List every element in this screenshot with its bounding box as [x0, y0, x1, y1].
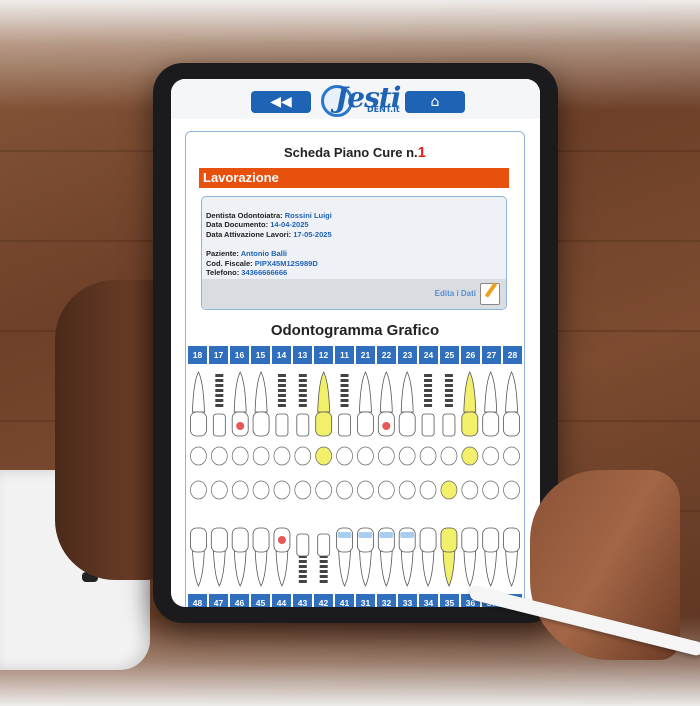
tablet-screen: ◀◀ Jesti DENT.it ⌂ Scheda Piano Cure n.1…	[171, 79, 540, 607]
tooth-shape-48[interactable]	[190, 480, 207, 587]
phone-value: 34366666666	[241, 268, 288, 278]
lower-tooth-32[interactable]: 32	[377, 594, 396, 607]
home-icon: ⌂	[430, 94, 440, 110]
tooth-shape-35[interactable]	[440, 480, 458, 587]
edit-document-icon[interactable]	[480, 283, 500, 305]
upper-tooth-22[interactable]: 22	[377, 346, 396, 364]
tooth-shape-33[interactable]	[398, 480, 416, 587]
upper-tooth-24[interactable]: 24	[419, 346, 438, 364]
fiscal-code-label: Cod. Fiscale:	[206, 258, 253, 268]
patient-info-box: Dentista Odontoiatra: Rossini Luigi Data…	[201, 196, 507, 310]
upper-tooth-21[interactable]: 21	[356, 346, 375, 364]
tooth-shape-18[interactable]	[190, 371, 207, 466]
tooth-shape-32[interactable]	[377, 480, 395, 587]
upper-tooth-28[interactable]: 28	[503, 346, 522, 364]
upper-tooth-25[interactable]: 25	[440, 346, 459, 364]
dentist-value: Rossini Luigi	[284, 211, 332, 220]
dentist-label: Dentista Odontoiatra:	[206, 211, 283, 220]
page-title: Scheda Piano Cure n.1	[186, 144, 524, 161]
upper-tooth-13[interactable]: 13	[293, 346, 312, 364]
tablet-device: ◀◀ Jesti DENT.it ⌂ Scheda Piano Cure n.1…	[153, 63, 558, 623]
patient-label: Paziente:	[206, 249, 239, 259]
tooth-shape-46[interactable]	[231, 480, 249, 587]
patient-value: Antonio Balli	[240, 249, 287, 259]
tooth-shape-47[interactable]	[210, 480, 228, 587]
tooth-shape-34[interactable]	[419, 480, 437, 587]
lower-tooth-42[interactable]: 42	[314, 594, 333, 607]
upper-tooth-numbers: 18 17 16 15 14 13 12 11 21 22 23 24 25 26 27 28	[188, 346, 522, 364]
upper-tooth-16[interactable]: 16	[230, 346, 249, 364]
lower-tooth-48[interactable]: 48	[188, 594, 207, 607]
lower-tooth-47[interactable]: 47	[209, 594, 228, 607]
info-lines: Dentista Odontoiatra: Rossini Luigi Data…	[206, 211, 332, 277]
doc-date-label: Data Documento:	[206, 220, 269, 230]
upper-tooth-18[interactable]: 18	[188, 346, 207, 364]
upper-tooth-11[interactable]: 11	[335, 346, 354, 364]
fiscal-code-value: PIPX45M12S989D	[254, 258, 318, 268]
lower-tooth-35[interactable]: 35	[440, 594, 459, 607]
tooth-shape-27[interactable]	[482, 371, 500, 466]
back-button[interactable]: ◀◀	[251, 91, 311, 113]
phone-label: Telefono:	[206, 268, 240, 278]
tooth-shape-43[interactable]	[294, 480, 312, 583]
tooth-shape-12[interactable]	[315, 371, 333, 466]
tooth-shape-23[interactable]	[398, 371, 416, 466]
doc-date-value: 14-04-2025	[270, 220, 309, 230]
section-header-lavorazione: Lavorazione	[199, 168, 509, 188]
tooth-shape-45[interactable]	[252, 480, 270, 587]
upper-tooth-27[interactable]: 27	[482, 346, 501, 364]
tooth-shape-26[interactable]	[461, 371, 479, 466]
tooth-shape-21[interactable]	[357, 371, 374, 466]
upper-tooth-12[interactable]: 12	[314, 346, 333, 364]
tooth-shape-44[interactable]	[273, 480, 291, 587]
lower-tooth-43[interactable]: 43	[293, 594, 312, 607]
tooth-shape-17[interactable]	[210, 374, 228, 466]
tooth-shape-16[interactable]	[231, 371, 249, 466]
tooth-shape-22[interactable]	[377, 371, 395, 466]
activation-date-value: 17-05-2025	[293, 229, 332, 239]
app-logo[interactable]: Jesti DENT.it	[321, 81, 403, 117]
home-button[interactable]: ⌂	[405, 91, 465, 113]
edit-data-link[interactable]: Edita i Dati	[435, 289, 476, 298]
upper-tooth-14[interactable]: 14	[272, 346, 291, 364]
logo-subtext: DENT.it	[367, 105, 400, 114]
tooth-shape-37[interactable]	[482, 480, 500, 587]
upper-arch-diagram	[188, 368, 522, 472]
lower-tooth-45[interactable]: 45	[251, 594, 270, 607]
tooth-shape-25[interactable]	[440, 374, 458, 466]
lower-arch-diagram	[188, 478, 522, 590]
upper-tooth-17[interactable]: 17	[209, 346, 228, 364]
title-prefix: Scheda Piano Cure n.	[284, 145, 418, 160]
double-chevron-left-icon: ◀◀	[270, 94, 292, 110]
lower-arch-svg	[190, 480, 520, 587]
lower-tooth-44[interactable]: 44	[272, 594, 291, 607]
tooth-shape-38[interactable]	[503, 480, 520, 587]
tooth-shape-28[interactable]	[503, 371, 520, 466]
top-nav-bar: ◀◀ Jesti DENT.it ⌂	[171, 79, 540, 119]
tooth-shape-41[interactable]	[336, 480, 353, 587]
tooth-shape-42[interactable]	[315, 480, 333, 583]
lower-tooth-33[interactable]: 33	[398, 594, 417, 607]
upper-arch-svg	[190, 371, 520, 466]
tooth-shape-13[interactable]	[294, 374, 312, 466]
tooth-shape-11[interactable]	[336, 374, 353, 466]
treatment-plan-card: Scheda Piano Cure n.1 Lavorazione Dentis…	[185, 131, 525, 607]
tooth-shape-24[interactable]	[419, 374, 437, 466]
lower-tooth-31[interactable]: 31	[356, 594, 375, 607]
odontogram-title: Odontogramma Grafico	[270, 322, 440, 339]
upper-tooth-15[interactable]: 15	[251, 346, 270, 364]
tooth-shape-31[interactable]	[357, 480, 374, 587]
lower-tooth-34[interactable]: 34	[419, 594, 438, 607]
lower-tooth-41[interactable]: 41	[335, 594, 354, 607]
activation-date-label: Data Attivazione Lavori:	[206, 229, 292, 239]
title-number: 1	[417, 144, 426, 161]
tooth-shape-15[interactable]	[252, 371, 270, 466]
tooth-shape-14[interactable]	[273, 374, 291, 466]
lower-tooth-46[interactable]: 46	[230, 594, 249, 607]
upper-tooth-23[interactable]: 23	[398, 346, 417, 364]
tooth-shape-36[interactable]	[461, 480, 479, 587]
info-box-footer: Edita i Dati	[202, 279, 506, 309]
upper-tooth-26[interactable]: 26	[461, 346, 480, 364]
